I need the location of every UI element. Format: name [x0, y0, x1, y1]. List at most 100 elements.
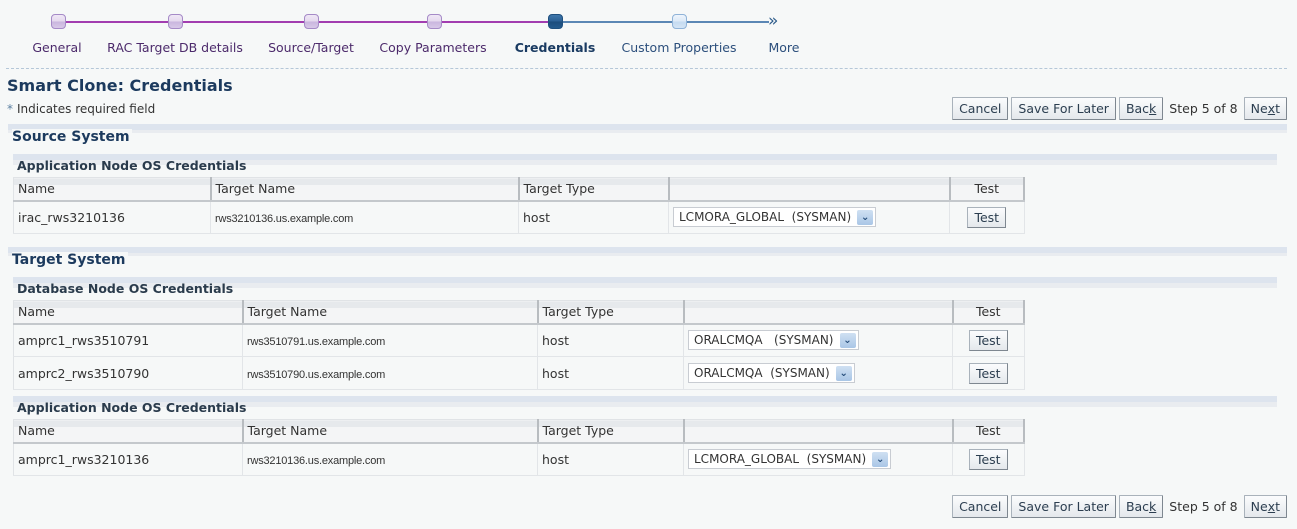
cell-test: Test	[952, 442, 1025, 476]
col-target-name: Target Name	[242, 419, 539, 444]
train-label-rac-target-db-details[interactable]: RAC Target DB details	[107, 40, 243, 55]
col-target-name: Target Name	[242, 300, 539, 325]
target-system-header: Target System	[8, 247, 1287, 269]
train-stop-copy-parameters[interactable]	[427, 14, 442, 29]
back-button-bottom[interactable]: Bac k	[1118, 495, 1164, 518]
source-app-node-table: Name Target Name Target Type Test irac_r…	[13, 177, 1025, 234]
source-system-header: Source System	[8, 124, 1287, 146]
train-label-general[interactable]: General	[32, 40, 81, 55]
target-app-node-table: Name Target Name Target Type Test amprc1…	[13, 419, 1025, 476]
train-line-future	[556, 21, 769, 23]
cell-target-type: host	[537, 442, 684, 476]
table-row: amprc1_rws3510791 rws3510791.us.example.…	[13, 323, 1025, 357]
target-db-node-table: Name Target Name Target Type Test amprc1…	[13, 300, 1025, 390]
source-app-node-title: Application Node OS Credentials	[17, 158, 247, 173]
cell-target-type: host	[537, 356, 684, 390]
train-stop-general[interactable]	[51, 14, 66, 29]
required-star: *	[7, 102, 13, 116]
train-stop-custom-properties	[672, 14, 687, 29]
table-header-row: Name Target Name Target Type Test	[13, 177, 1025, 202]
table-row: amprc2_rws3510790 rws3510790.us.example.…	[13, 356, 1025, 390]
cell-name: amprc2_rws3510790	[13, 356, 243, 390]
next-label-post: t	[1275, 499, 1280, 514]
save-for-later-button[interactable]: Save For Later	[1011, 97, 1116, 120]
next-accesskey: x	[1267, 499, 1276, 514]
next-accesskey: x	[1267, 101, 1276, 116]
next-label-pre: Ne	[1250, 101, 1268, 116]
cell-test: Test	[949, 200, 1025, 234]
credential-select-value: LCMORA_GLOBAL (SYSMAN)	[694, 452, 867, 467]
table-row: amprc1_rws3210136 rws3210136.us.example.…	[13, 442, 1025, 476]
col-test: Test	[952, 300, 1025, 325]
test-button[interactable]: Test	[967, 206, 1007, 228]
credential-select-value: ORALCMQA (SYSMAN)	[694, 333, 834, 348]
cell-test: Test	[952, 323, 1025, 357]
col-target-name: Target Name	[210, 177, 520, 202]
credential-select[interactable]: ORALCMQA (SYSMAN) ⌄	[688, 363, 855, 383]
cell-test: Test	[952, 356, 1025, 390]
col-credential	[683, 300, 954, 325]
col-target-type: Target Type	[537, 300, 685, 325]
cell-credential: LCMORA_GLOBAL (SYSMAN) ⌄	[683, 442, 953, 476]
col-name: Name	[13, 177, 212, 202]
cancel-button-bottom[interactable]: Cancel	[952, 495, 1009, 518]
target-db-node-title: Database Node OS Credentials	[17, 281, 234, 296]
chevron-down-icon[interactable]: ⌄	[835, 365, 852, 381]
save-for-later-button-bottom[interactable]: Save For Later	[1011, 495, 1116, 518]
source-app-node-header: Application Node OS Credentials	[13, 154, 1277, 174]
col-target-type: Target Type	[537, 419, 685, 444]
cell-target-type: host	[518, 200, 669, 234]
next-label-post: t	[1275, 101, 1280, 116]
target-app-node-header: Application Node OS Credentials	[13, 396, 1277, 416]
target-system-title: Target System	[12, 252, 128, 268]
cell-credential: ORALCMQA (SYSMAN) ⌄	[683, 356, 953, 390]
credential-select[interactable]: LCMORA_GLOBAL (SYSMAN) ⌄	[673, 207, 877, 228]
top-button-bar: Cancel Save For Later Bac k Step 5 of 8 N…	[952, 97, 1287, 120]
next-button-bottom[interactable]: Ne x t	[1243, 495, 1287, 518]
chevron-down-icon[interactable]: ⌄	[857, 209, 874, 225]
col-test: Test	[952, 419, 1025, 444]
credential-select-value: LCMORA_GLOBAL (SYSMAN)	[679, 210, 852, 225]
train-label-copy-parameters[interactable]: Copy Parameters	[379, 40, 486, 55]
credential-select[interactable]: LCMORA_GLOBAL (SYSMAN) ⌄	[688, 449, 892, 470]
test-button[interactable]: Test	[968, 448, 1008, 470]
cell-target-name: rws3510791.us.example.com	[242, 323, 538, 357]
train-label-credentials: Credentials	[514, 40, 596, 55]
back-accesskey: k	[1149, 101, 1157, 116]
train-stop-source-target[interactable]	[304, 14, 319, 29]
credential-select-value: ORALCMQA (SYSMAN)	[694, 366, 830, 380]
train-label-custom-properties: Custom Properties	[621, 40, 737, 55]
train-stop-credentials	[548, 14, 563, 29]
train-label-source-target[interactable]: Source/Target	[268, 40, 354, 55]
back-label: Bac	[1125, 101, 1150, 116]
double-chevron-right-icon[interactable]: »	[768, 11, 778, 31]
target-app-node-title: Application Node OS Credentials	[17, 400, 247, 415]
target-db-node-header: Database Node OS Credentials	[13, 277, 1277, 297]
chevron-down-icon[interactable]: ⌄	[839, 332, 856, 348]
next-button[interactable]: Ne x t	[1243, 97, 1287, 120]
test-button[interactable]: Test	[968, 362, 1008, 384]
source-system-title: Source System	[12, 129, 132, 145]
train-label-more[interactable]: More	[769, 40, 800, 55]
step-indicator: Step 5 of 8	[1169, 101, 1238, 116]
back-button[interactable]: Bac k	[1118, 97, 1164, 120]
credential-select[interactable]: ORALCMQA (SYSMAN) ⌄	[688, 330, 859, 351]
cell-target-type: host	[537, 323, 684, 357]
page-title: Smart Clone: Credentials	[7, 76, 233, 95]
header-divider	[6, 68, 1287, 69]
test-button[interactable]: Test	[968, 329, 1008, 351]
chevron-down-icon[interactable]: ⌄	[872, 451, 889, 467]
cancel-button[interactable]: Cancel	[952, 97, 1009, 120]
col-credential	[668, 177, 951, 202]
cell-name: irac_rws3210136	[13, 200, 211, 234]
back-accesskey: k	[1149, 499, 1157, 514]
train-stop-rac-target-db-details[interactable]	[168, 14, 183, 29]
col-credential	[683, 419, 954, 444]
cell-target-name: rws3210136.us.example.com	[242, 442, 538, 476]
cell-name: amprc1_rws3210136	[13, 442, 243, 476]
cell-target-name: rws3210136.us.example.com	[210, 200, 519, 234]
col-name: Name	[13, 419, 244, 444]
cell-credential: LCMORA_GLOBAL (SYSMAN) ⌄	[668, 200, 950, 234]
table-row: irac_rws3210136 rws3210136.us.example.co…	[13, 200, 1025, 234]
table-header-row: Name Target Name Target Type Test	[13, 419, 1025, 444]
